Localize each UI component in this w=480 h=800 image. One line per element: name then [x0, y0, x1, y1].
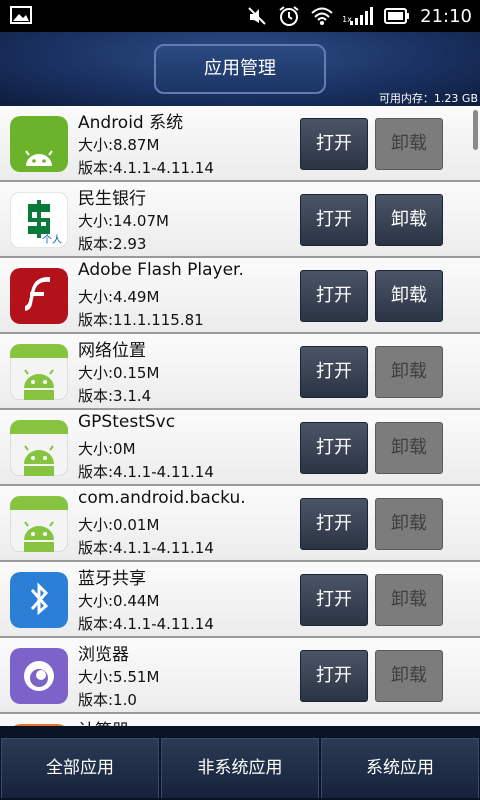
app-name: 民生银行 [78, 189, 146, 209]
uninstall-button[interactable]: 卸载 [375, 270, 443, 322]
status-time: 21:10 [420, 5, 472, 27]
uninstall-button: 卸载 [375, 498, 443, 550]
app-row[interactable]: com.android.backu. 大小:0.01M 版本:4.1.1-4.11.… [0, 486, 480, 562]
app-version: 版本:4.1.1-4.11.14 [78, 539, 214, 557]
app-row[interactable]: 浏览器大小:5.51M 版本:1.0 打开 卸载 [0, 638, 480, 714]
app-version: 版本:1.0 [78, 691, 137, 709]
status-bar: 1x 21:10 [0, 0, 480, 32]
app-list[interactable]: Android 系统 大小:8.87M 版本:4.1.1-4.11.14 打开 卸载 个人… [0, 106, 480, 726]
wifi-icon [310, 6, 334, 26]
app-size: 大小:5.51M [78, 668, 160, 686]
tab-all-apps[interactable]: 全部应用 [1, 738, 159, 798]
minsheng-bank-icon: 个人 [10, 192, 68, 248]
android-icon [10, 344, 68, 400]
open-button[interactable]: 打开 [300, 118, 368, 170]
app-name: Adobe Flash Player. [78, 260, 244, 280]
browser-icon [10, 648, 68, 704]
app-name: 蓝牙共享 [78, 569, 146, 589]
app-version: 版本:11.1.115.81 [78, 311, 204, 329]
open-button[interactable]: 打开 [300, 650, 368, 702]
page-title: 应用管理 [154, 44, 326, 94]
app-row[interactable]: Adobe Flash Player. 大小:4.49M 版本:11.1.115.8… [0, 258, 480, 334]
app-name: 网络位置 [78, 341, 146, 361]
app-name: com.android.backu. [78, 488, 246, 508]
app-version: 版本:3.1.4 [78, 387, 152, 405]
android-icon [10, 496, 68, 552]
app-name: GPStestSvc [78, 412, 176, 432]
app-size: 大小:14.07M [78, 212, 169, 230]
uninstall-button: 卸载 [375, 422, 443, 474]
battery-icon [384, 8, 410, 24]
app-version: 版本:4.1.1-4.11.14 [78, 615, 214, 633]
uninstall-button: 卸载 [375, 118, 443, 170]
open-button[interactable]: 打开 [300, 498, 368, 550]
app-row[interactable]: 计算器 [0, 714, 480, 726]
app-name: Android 系统 [78, 113, 184, 133]
app-name: 计算器 [78, 716, 129, 726]
mute-icon [246, 5, 268, 27]
tab-system-apps[interactable]: 系统应用 [321, 738, 479, 798]
signal-icon: 1x [342, 5, 374, 27]
app-size: 大小:0.44M [78, 592, 160, 610]
miui-android-icon [10, 116, 68, 172]
app-version: 版本:4.1.1-4.11.14 [78, 463, 214, 481]
uninstall-button: 卸载 [375, 346, 443, 398]
available-memory: 可用内存：1.23 GB [378, 92, 478, 105]
app-size: 大小:4.49M [78, 288, 160, 306]
app-size: 大小:0.15M [78, 364, 160, 382]
bluetooth-icon [10, 572, 68, 628]
app-row[interactable]: 网络位置大小:0.15M 版本:3.1.4 打开 卸载 [0, 334, 480, 410]
android-icon [10, 420, 68, 476]
scrollbar[interactable] [473, 110, 478, 150]
app-version: 版本:4.1.1-4.11.14 [78, 159, 214, 177]
flash-icon [10, 268, 68, 324]
gallery-icon [10, 6, 32, 24]
app-row[interactable]: 个人 民生银行大小:14.07M 版本:2.93 打开 卸载 [0, 182, 480, 258]
open-button[interactable]: 打开 [300, 270, 368, 322]
uninstall-button: 卸载 [375, 574, 443, 626]
open-button[interactable]: 打开 [300, 422, 368, 474]
app-name: 浏览器 [78, 645, 129, 665]
open-button[interactable]: 打开 [300, 194, 368, 246]
app-size: 大小:8.87M [78, 136, 160, 154]
app-row[interactable]: GPStestSvc 大小:0M 版本:4.1.1-4.11.14 打开 卸载 [0, 410, 480, 486]
app-size: 大小:0M [78, 440, 136, 458]
app-version: 版本:2.93 [78, 235, 147, 253]
open-button[interactable]: 打开 [300, 346, 368, 398]
app-size: 大小:0.01M [78, 516, 160, 534]
uninstall-button: 卸载 [375, 650, 443, 702]
alarm-icon [278, 5, 300, 27]
signal-label: 1x [342, 15, 352, 24]
icon-caption: 个人 [42, 235, 62, 246]
bottom-tabs: 全部应用 非系统应用 系统应用 [0, 726, 480, 800]
open-button[interactable]: 打开 [300, 574, 368, 626]
uninstall-button[interactable]: 卸载 [375, 194, 443, 246]
header: 应用管理 可用内存：1.23 GB [0, 32, 480, 106]
app-row[interactable]: Android 系统 大小:8.87M 版本:4.1.1-4.11.14 打开 卸载 [0, 106, 480, 182]
tab-non-system-apps[interactable]: 非系统应用 [161, 738, 319, 798]
app-row[interactable]: 蓝牙共享大小:0.44M 版本:4.1.1-4.11.14 打开 卸载 [0, 562, 480, 638]
